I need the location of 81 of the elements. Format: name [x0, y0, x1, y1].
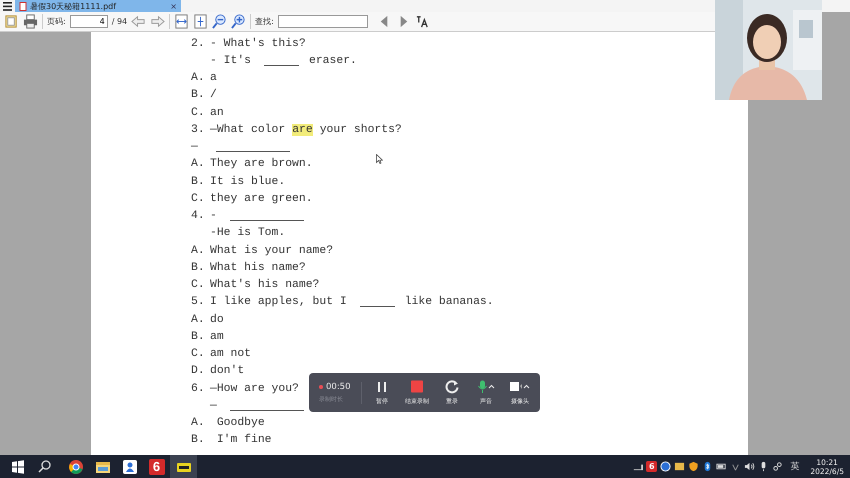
fit-page-icon[interactable]	[193, 14, 208, 29]
zoom-in-icon[interactable]	[231, 14, 246, 29]
document-text: I like apples, but I	[210, 296, 347, 308]
document-text: -He is Tom.	[210, 227, 286, 240]
document-text: —	[210, 400, 217, 412]
shield-icon[interactable]	[688, 461, 700, 472]
document-text: I'm fine	[216, 434, 272, 446]
document-tab[interactable]: 暑假30天秘籍1111.pdf ×	[15, 0, 181, 12]
document-text: do	[210, 314, 224, 326]
question-number: 2.	[191, 38, 206, 50]
question-number: C.	[191, 348, 206, 360]
document-text: an	[210, 106, 224, 119]
question-number: B.	[191, 434, 206, 446]
document-text: your shorts?	[320, 124, 402, 136]
question-number: C.	[191, 279, 206, 292]
start-icon[interactable]	[10, 458, 26, 474]
globe-icon[interactable]	[660, 461, 672, 472]
highlighted-text: are	[292, 124, 313, 136]
question-number: A.	[191, 314, 206, 326]
question-number: 6.	[191, 382, 206, 395]
document-text: am	[210, 330, 224, 343]
search-field[interactable]	[278, 15, 368, 28]
back-arrow-icon[interactable]	[131, 14, 146, 29]
print-icon[interactable]	[23, 14, 38, 29]
taskbar-button[interactable]	[170, 455, 197, 478]
question-number: C.	[191, 192, 206, 205]
question-number: 5.	[191, 296, 206, 308]
document-text: like bananas.	[404, 296, 494, 308]
close-icon[interactable]: ×	[170, 2, 177, 10]
question-number: B.	[191, 176, 206, 188]
question-number: A.	[191, 244, 206, 257]
question-number: A.	[191, 417, 206, 430]
search-icon[interactable]	[36, 458, 52, 474]
document-text: What's his name?	[210, 279, 320, 292]
document-text: It is blue.	[210, 176, 286, 188]
document-text: What his name?	[210, 262, 306, 274]
question-number: —	[191, 141, 199, 154]
tray-icon[interactable]: 6	[646, 461, 658, 472]
battery-icon[interactable]	[716, 461, 728, 472]
question-number: B.	[191, 330, 206, 343]
page-label: 页码:	[47, 16, 66, 27]
zoom-out-icon[interactable]	[212, 14, 228, 29]
document-text: a	[210, 72, 217, 84]
document-text: eraser.	[309, 54, 357, 67]
document-text: They are brown.	[210, 158, 313, 170]
bluetooth-icon[interactable]	[702, 461, 714, 472]
document-text: don't	[210, 365, 244, 378]
document-text: am not	[210, 348, 252, 360]
microphone-icon	[475, 380, 497, 394]
document-text: - It's	[210, 54, 252, 67]
camera-icon	[509, 380, 531, 394]
document-text: Goodbye	[216, 417, 265, 430]
browser-icon[interactable]	[68, 458, 84, 474]
question-number: A.	[191, 158, 206, 170]
question-number: D.	[191, 365, 206, 378]
question-number: A.	[191, 72, 206, 84]
question-number: C.	[191, 106, 206, 119]
document-text: /	[210, 89, 217, 102]
font-icon[interactable]	[414, 14, 430, 29]
recording-time: 00:50	[326, 382, 350, 392]
question-number: 4.	[191, 210, 206, 222]
page-field[interactable]: 4	[70, 15, 108, 28]
speaker-icon[interactable]	[744, 461, 756, 472]
person-icon[interactable]	[122, 458, 138, 474]
question-number: B.	[191, 89, 206, 102]
menu-icon[interactable]	[3, 2, 12, 10]
question-number: B.	[191, 262, 206, 274]
page-total: / 94	[112, 17, 128, 26]
document-text: —What color	[210, 124, 286, 136]
search-label: 查找:	[255, 16, 274, 27]
question-number: 3.	[191, 124, 206, 136]
forward-arrow-icon[interactable]	[150, 14, 166, 29]
document-text: What is your name?	[210, 244, 334, 257]
document-text: —How are you?	[210, 382, 299, 395]
fit-width-icon[interactable]	[174, 14, 190, 29]
language-indicator[interactable]: 英	[790, 460, 800, 473]
document-text: they are green.	[210, 192, 313, 205]
cursor-icon	[376, 154, 383, 164]
document-text: -	[210, 210, 217, 222]
document-text: - What's this?	[210, 38, 306, 50]
folder-icon[interactable]	[674, 461, 686, 472]
